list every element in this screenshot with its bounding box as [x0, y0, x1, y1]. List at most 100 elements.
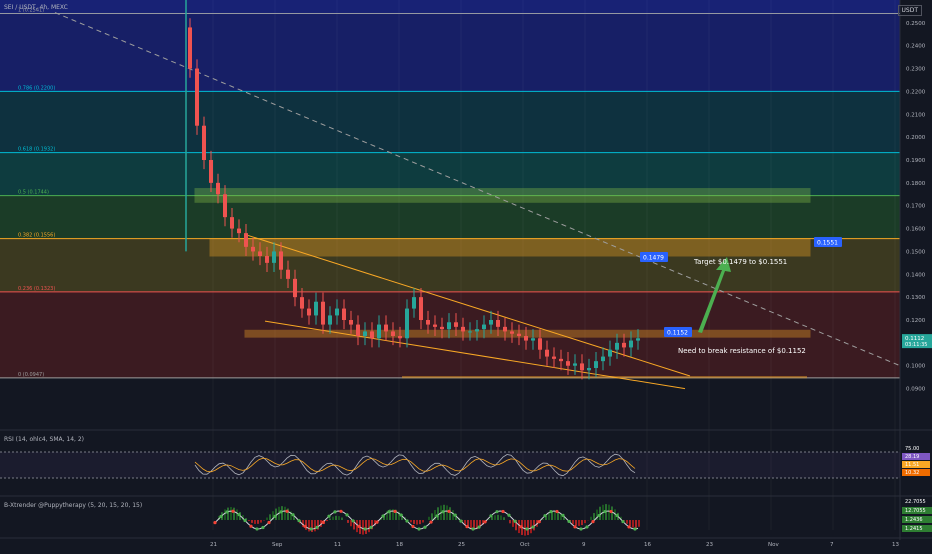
- xtrender-dot: [225, 510, 228, 513]
- xtrender-bar: [590, 517, 592, 520]
- candle-body: [489, 320, 493, 325]
- last-time-label: 03:11:35: [905, 342, 927, 348]
- xtrender-dot: [363, 527, 366, 530]
- xtrender-dot: [573, 525, 576, 528]
- xtrender-dot: [423, 526, 426, 529]
- xtrender-dot: [549, 510, 552, 513]
- xtrender-dot: [417, 527, 420, 530]
- xtrender-bar: [233, 508, 235, 520]
- xtrender-bar: [431, 513, 433, 520]
- xtrender-label[interactable]: B-Xtrender @Puppytherapy (5, 20, 15, 20,…: [4, 502, 142, 509]
- xtrender-value: 1.2415: [905, 526, 923, 532]
- xtrender-bar: [581, 520, 583, 525]
- candle-body: [440, 327, 444, 329]
- candle-body: [272, 251, 276, 262]
- xtrender-dot: [339, 510, 342, 513]
- x-tick-label: 16: [644, 542, 651, 548]
- candle-body: [629, 341, 633, 348]
- y-tick-label: 0.1600: [906, 227, 926, 233]
- candle-body: [608, 350, 612, 357]
- xtrender-dot: [555, 510, 558, 513]
- candle-body: [433, 325, 437, 327]
- y-tick-label: 0.2400: [906, 44, 926, 50]
- xtrender-dot: [525, 527, 528, 530]
- candle-body: [328, 315, 332, 324]
- candle-body: [447, 322, 451, 329]
- xtrender-dot: [261, 526, 264, 529]
- xtrender-bar: [416, 520, 418, 525]
- xtrender-dot: [621, 520, 624, 523]
- x-tick-label: Oct: [520, 542, 530, 548]
- y-tick-label: 0.1400: [906, 272, 926, 278]
- xtrender-bar: [362, 520, 364, 535]
- xtrender-dot: [477, 526, 480, 529]
- symbol-title[interactable]: SEI / USDT, 4h, MEXC: [4, 4, 68, 11]
- candle-body: [531, 338, 535, 340]
- xtrender-dot: [285, 510, 288, 513]
- candle-body: [258, 251, 262, 256]
- xtrender-dot: [627, 525, 630, 528]
- x-tick-label: 25: [458, 542, 465, 548]
- xtrender-dot: [591, 520, 594, 523]
- y-tick-label: 0.1300: [906, 295, 926, 301]
- fib-label: 0.382 (0.1556): [18, 233, 55, 239]
- xtrender-bar: [269, 514, 271, 520]
- x-tick-label: 9: [582, 542, 586, 548]
- fib-label: 0 (0.0947): [18, 372, 44, 378]
- xtrender-bar: [524, 520, 526, 536]
- xtrender-dot: [309, 527, 312, 530]
- xtrender-bar: [572, 520, 574, 524]
- candle-body: [510, 331, 514, 333]
- candle-body: [223, 194, 227, 217]
- xtrender-bar: [494, 515, 496, 520]
- candle-body: [580, 363, 584, 370]
- xtrender-dot: [609, 510, 612, 513]
- xtrender-dot: [303, 525, 306, 528]
- xtrender-dot: [615, 514, 618, 517]
- y-tick-label: 0.2300: [906, 67, 926, 73]
- xtrender-bar: [326, 520, 328, 521]
- xtrender-dot: [429, 520, 432, 523]
- fib-label: 0.236 (0.1323): [18, 286, 55, 292]
- xtrender-dot: [531, 525, 534, 528]
- fib-label: 0.5 (0.1744): [18, 190, 49, 196]
- xtrender-bar: [248, 520, 250, 521]
- candle-body: [405, 309, 409, 339]
- candle-body: [188, 27, 192, 68]
- candle-body: [335, 309, 339, 316]
- xtrender-dot: [537, 520, 540, 523]
- xtrender-bar: [230, 507, 232, 520]
- xtrender-dot: [279, 510, 282, 513]
- candle-body: [636, 338, 640, 340]
- xtrender-dot: [369, 526, 372, 529]
- xtrender-bar: [629, 520, 631, 526]
- candle-body: [454, 322, 458, 327]
- xtrender-bar: [503, 517, 505, 520]
- xtrender-dot: [321, 521, 324, 524]
- xtrender-dot: [405, 519, 408, 522]
- candle-body: [377, 325, 381, 339]
- rsi-label[interactable]: RSI (14, ohlc4, SMA, 14, 2): [4, 436, 84, 443]
- candle-body: [307, 309, 311, 316]
- candle-body: [195, 69, 199, 126]
- candle-body: [363, 331, 367, 336]
- xtrender-bar: [254, 520, 256, 524]
- candle-body: [286, 270, 290, 279]
- resistance-text: Need to break resistance of $0.1152: [678, 347, 806, 355]
- candle-body: [419, 297, 423, 320]
- y-tick-label: 0.2100: [906, 112, 926, 118]
- candle-body: [426, 320, 430, 325]
- xtrender-bar: [500, 515, 502, 520]
- xtrender-value: 12.7055: [905, 508, 926, 514]
- candle-body: [538, 338, 542, 349]
- currency-button[interactable]: USDT: [898, 5, 923, 16]
- xtrender-dot: [501, 510, 504, 513]
- xtrender-bar: [332, 517, 334, 520]
- xtrender-bar: [368, 520, 370, 532]
- callout-target-low: 0.1479: [643, 255, 664, 262]
- xtrender-bar: [446, 505, 448, 520]
- candle-body: [216, 183, 220, 194]
- xtrender-bar: [428, 517, 430, 520]
- xtrender-bar: [599, 507, 601, 520]
- candle-body: [244, 233, 248, 247]
